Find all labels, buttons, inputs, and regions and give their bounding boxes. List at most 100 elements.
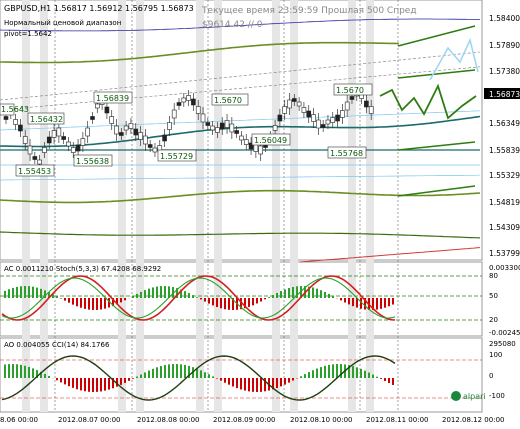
ao-bar	[352, 366, 354, 378]
candle-body	[244, 140, 248, 145]
ao-bar	[16, 364, 18, 378]
candle-body	[38, 160, 42, 164]
ao-bar	[324, 366, 326, 378]
candle-body	[321, 125, 325, 128]
candle-body	[47, 137, 51, 143]
ac-bar	[284, 289, 286, 298]
ao-bar	[152, 369, 154, 378]
ao-bar	[80, 378, 82, 390]
ao-bar	[204, 372, 206, 378]
ao-bar	[44, 374, 46, 378]
ac-bar	[80, 298, 82, 308]
candle-body	[312, 115, 316, 122]
ac-bar	[344, 298, 346, 302]
candle-body	[62, 137, 66, 140]
ao-bar	[384, 378, 386, 381]
level-label: 1.5643	[0, 104, 29, 115]
svg-text:8.06 00:00: 8.06 00:00	[0, 416, 38, 424]
svg-text:1.55729: 1.55729	[160, 152, 193, 161]
svg-text:2012.08.12 00:00: 2012.08.12 00:00	[442, 416, 504, 424]
candle-body	[215, 128, 219, 133]
ao-bar	[232, 378, 234, 386]
alpari-logo: alpari	[451, 391, 486, 401]
ao-bar	[312, 370, 314, 378]
ao-bar	[24, 366, 26, 378]
svg-text:1.58400: 1.58400	[489, 14, 520, 23]
ao-bar	[12, 364, 14, 378]
ac-bar	[36, 288, 38, 298]
ao-bar	[332, 364, 334, 378]
ao-bar	[200, 370, 202, 378]
candle-body	[153, 148, 157, 152]
ao-bar	[260, 378, 262, 392]
ac-bar	[148, 289, 150, 298]
session-band	[118, 0, 126, 412]
ao-bar	[288, 378, 290, 383]
ao-bar	[96, 378, 98, 392]
ac-bar	[92, 298, 94, 310]
candle-body	[187, 96, 191, 101]
candle-body	[134, 129, 138, 135]
candle-body	[18, 125, 22, 131]
ao-bar	[224, 378, 226, 383]
ac-bar	[292, 287, 294, 298]
cci-panel-axis: 295080 100 0 -100	[489, 340, 516, 400]
ac-bar	[56, 296, 58, 298]
ac-bar	[196, 297, 198, 298]
ao-bar	[240, 378, 242, 389]
candle-body	[288, 100, 292, 108]
chart-canvas[interactable]: GBPUSD,H1 1.56817 1.56912 1.56795 1.5687…	[0, 0, 520, 425]
candle-body	[273, 126, 277, 131]
ac-bar	[164, 286, 166, 298]
ao-bar	[216, 378, 218, 379]
svg-text:1.56873: 1.56873	[489, 90, 520, 99]
candle-body	[86, 128, 90, 136]
svg-text:2012.08.10 00:00: 2012.08.10 00:00	[290, 416, 352, 424]
ac-bar	[8, 289, 10, 298]
ao-bar	[220, 378, 222, 381]
ac-bar	[120, 298, 122, 302]
ao-bar	[316, 369, 318, 378]
ac-bar	[12, 288, 14, 298]
ao-bar	[144, 372, 146, 378]
session-band	[348, 0, 356, 412]
ac-bar	[84, 298, 86, 309]
ao-bar	[336, 364, 338, 378]
ac-bar	[188, 293, 190, 298]
ao-bar	[132, 378, 134, 379]
ac-bar	[88, 298, 90, 310]
chart-window[interactable]: GBPUSD,H1 1.56817 1.56912 1.56795 1.5687…	[0, 0, 520, 425]
ao-bar	[208, 374, 210, 378]
ac-bar	[124, 298, 126, 300]
main-panel-frame	[0, 0, 482, 260]
ac-bar	[312, 287, 314, 298]
level-label: 1.5670	[334, 84, 372, 95]
candle-body	[172, 110, 176, 118]
svg-text:100: 100	[489, 351, 502, 359]
ac-bar	[100, 298, 102, 310]
ao-bar	[156, 367, 158, 378]
session-band	[136, 0, 144, 412]
svg-text:1.57890: 1.57890	[489, 41, 520, 50]
candle-body	[259, 146, 263, 154]
ao-bar	[236, 378, 238, 388]
svg-text:2012.08.08 00:00: 2012.08.08 00:00	[137, 416, 199, 424]
candle-body	[191, 99, 195, 105]
svg-text:1.53799: 1.53799	[489, 249, 520, 258]
svg-text:0.0033009: 0.0033009	[489, 264, 520, 272]
ao-bar	[56, 378, 58, 380]
level-label: 1.55729	[158, 150, 196, 161]
ac-bar	[320, 290, 322, 298]
ao-bar	[376, 377, 378, 378]
candle-body	[42, 148, 46, 153]
ao-bar	[308, 372, 310, 378]
candle-body	[201, 114, 205, 122]
ac-bar	[144, 290, 146, 298]
svg-text:alpari: alpari	[463, 392, 486, 401]
candle-body	[182, 98, 186, 102]
ac-bar	[220, 298, 222, 308]
svg-text:2012.08.09 00:00: 2012.08.09 00:00	[213, 416, 275, 424]
ao-bar	[32, 368, 34, 378]
level-label: 1.55638	[74, 155, 112, 166]
ao-bar	[280, 378, 282, 386]
